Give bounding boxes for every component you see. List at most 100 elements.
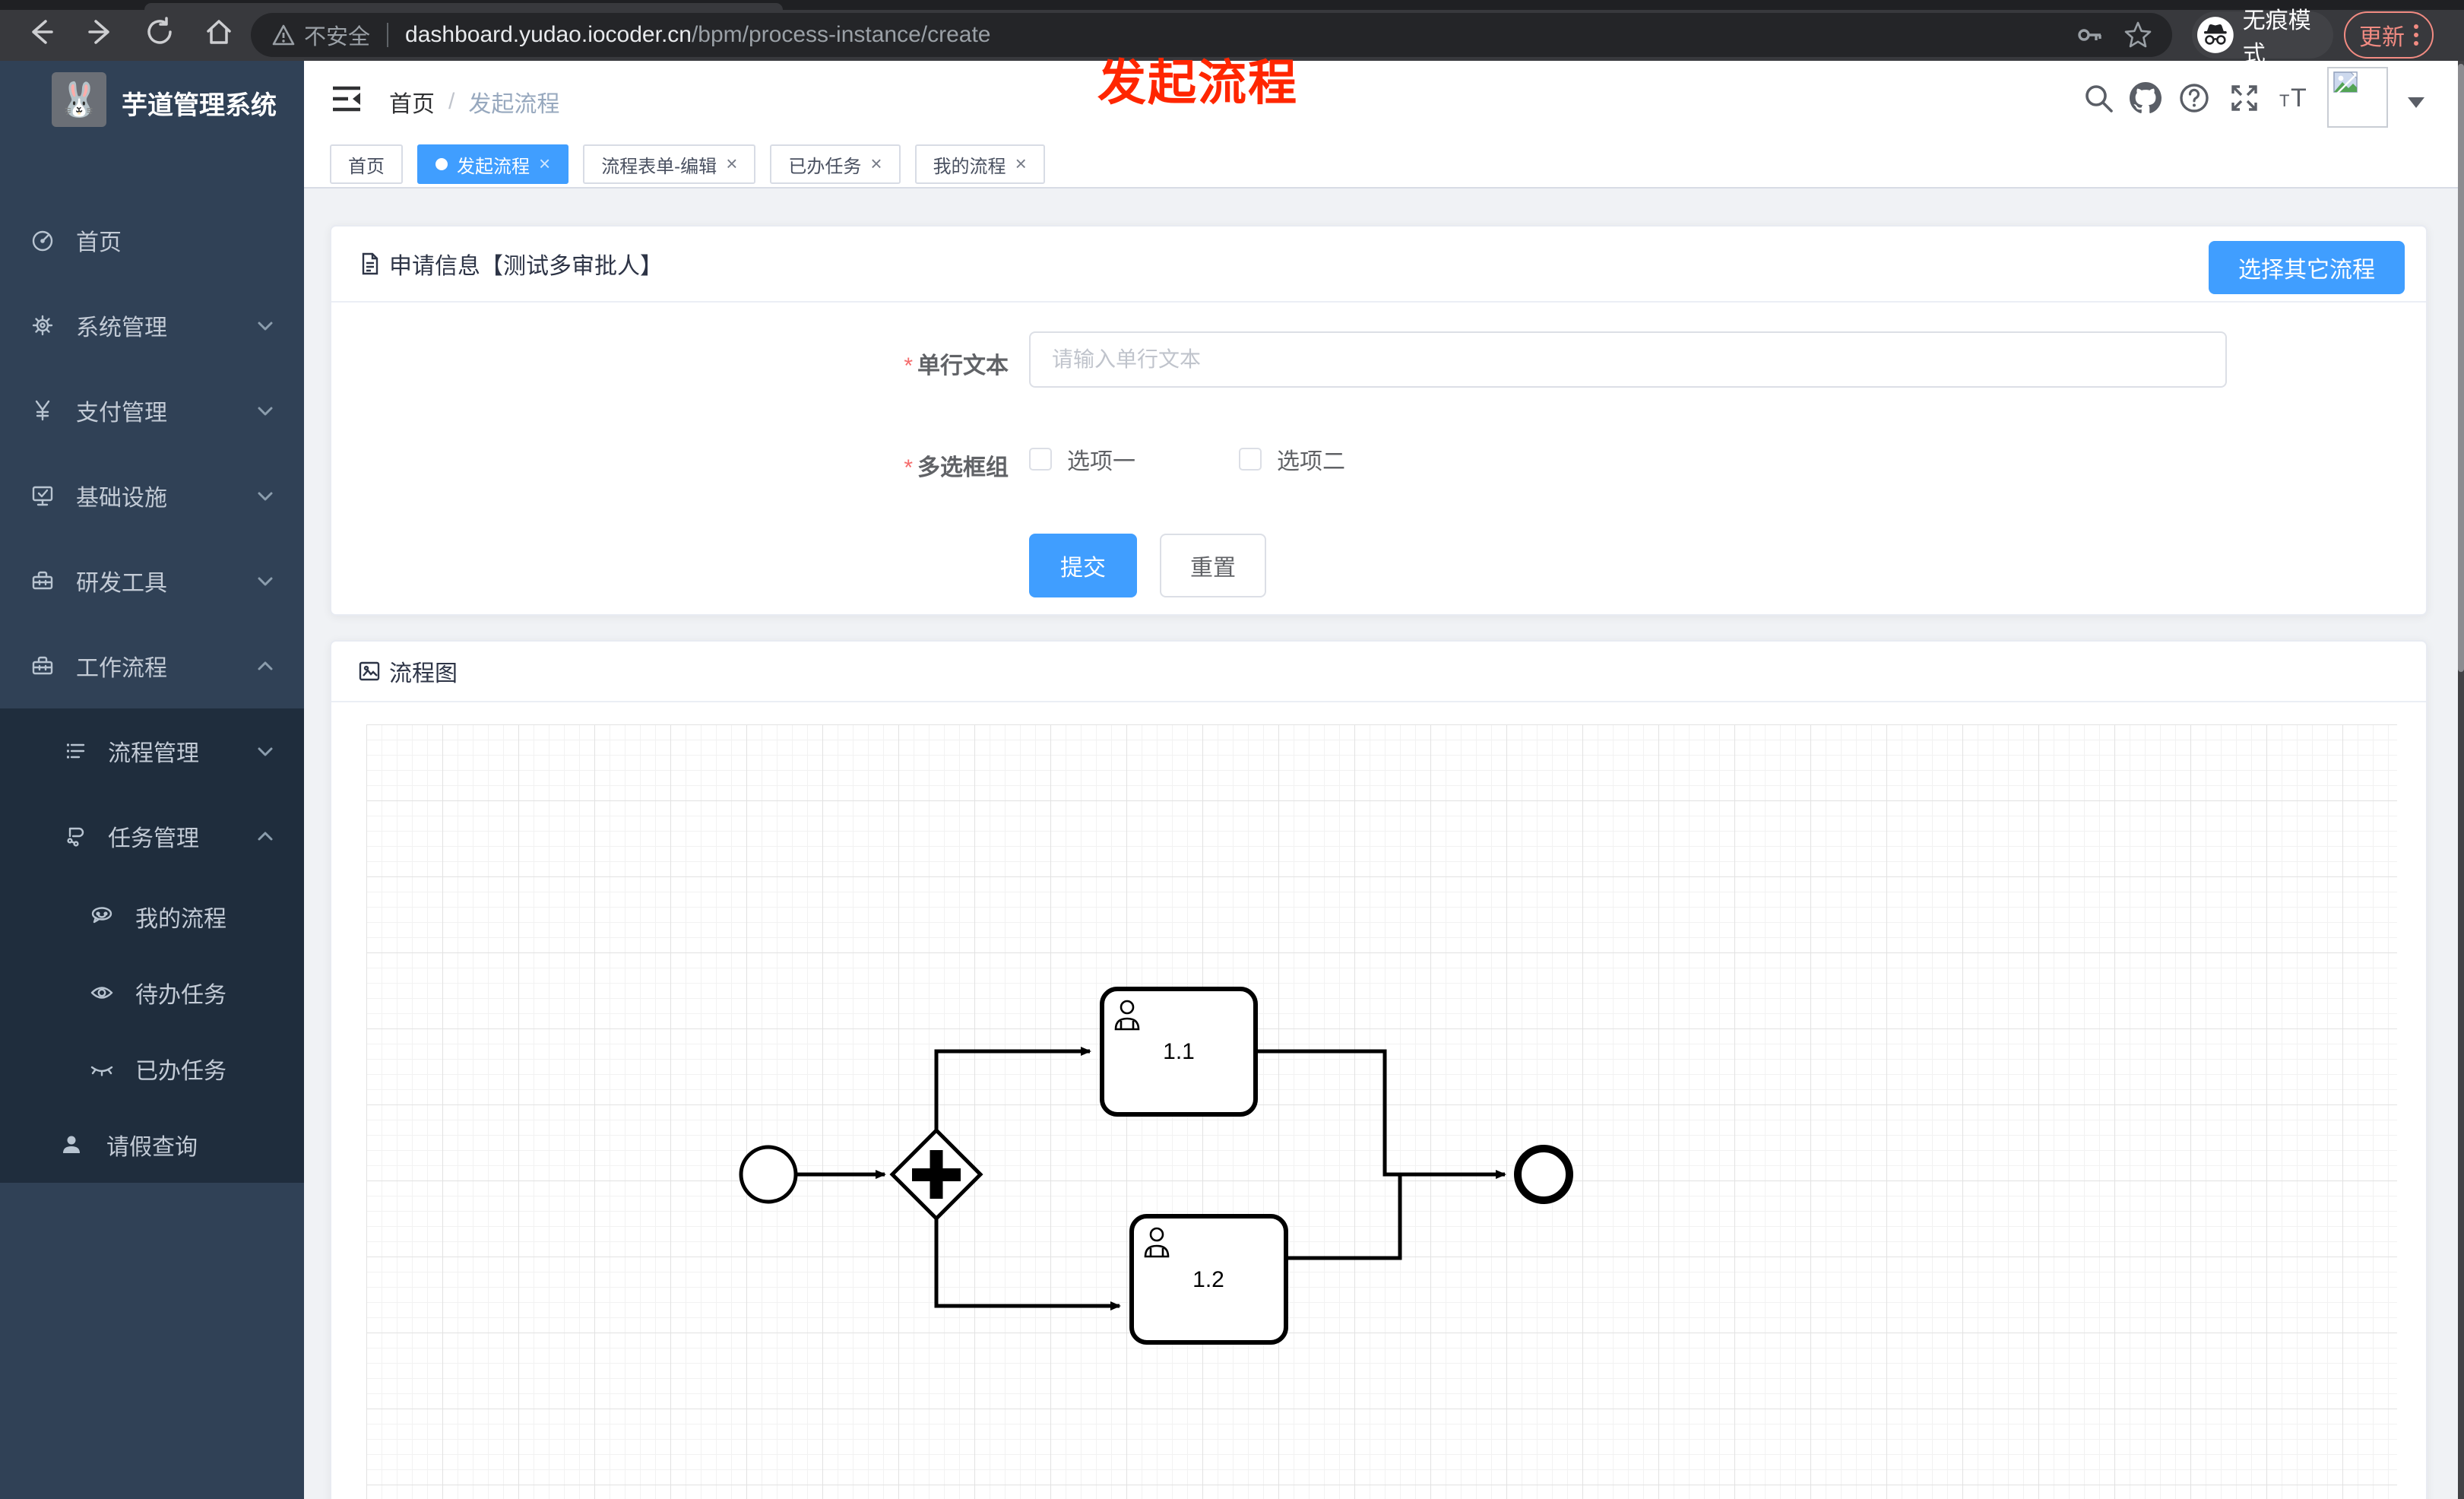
sidebar-logo-row[interactable]: 🐰 芋道管理系统	[0, 61, 304, 137]
single-line-input[interactable]	[1029, 331, 2227, 388]
tab-home[interactable]: 首页	[330, 144, 403, 184]
apply-info-card: 申请信息【测试多审批人】 选择其它流程 单行文本 多选框组 选项一 选项二 提交…	[330, 225, 2428, 616]
reload-icon[interactable]	[143, 15, 176, 49]
sidebar-item-system[interactable]: 系统管理	[0, 283, 304, 368]
svg-text:T: T	[2291, 84, 2307, 113]
diagram-card-title: 流程图	[389, 661, 458, 686]
required-asterisk	[904, 353, 917, 379]
close-icon[interactable]	[1015, 154, 1027, 176]
help-icon[interactable]	[2178, 82, 2210, 114]
chevron-up-icon	[255, 656, 275, 676]
apply-card-header: 申请信息【测试多审批人】	[331, 227, 2426, 303]
back-icon[interactable]	[24, 15, 58, 49]
browser-menu-icon[interactable]	[2414, 24, 2418, 46]
omnibox-divider	[387, 23, 389, 47]
person-icon	[59, 1133, 84, 1157]
sidebar-item-task-mgmt[interactable]: 任务管理	[0, 794, 304, 879]
document-icon	[362, 252, 378, 275]
main-content: 申请信息【测试多审批人】 选择其它流程 单行文本 多选框组 选项一 选项二 提交…	[304, 189, 2464, 1499]
sidebar-item-payment[interactable]: 支付管理	[0, 368, 304, 453]
close-icon[interactable]	[539, 154, 550, 176]
bpmn-start-event[interactable]	[739, 1145, 798, 1204]
incognito-badge: 无痕模式	[2192, 8, 2333, 67]
single-line-label: 单行文本	[849, 347, 1009, 380]
sidebar-fold-icon[interactable]	[330, 82, 363, 116]
diagram-card-header: 流程图	[331, 642, 2426, 702]
sidebar-item-todo-tasks[interactable]: 待办任务	[0, 955, 304, 1031]
picture-icon	[359, 661, 380, 681]
avatar[interactable]	[2327, 67, 2388, 128]
page-scrollbar[interactable]	[2458, 61, 2464, 1499]
app-title: 芋道管理系统	[122, 91, 277, 120]
bpmn-end-event[interactable]	[1514, 1145, 1573, 1204]
chevron-down-icon	[255, 741, 275, 761]
submit-button[interactable]: 提交	[1029, 534, 1137, 597]
chevron-down-icon	[255, 486, 275, 505]
incognito-icon	[2197, 17, 2234, 53]
chevron-up-icon	[255, 826, 275, 846]
avatar-caret-icon[interactable]	[2408, 97, 2424, 108]
sidebar-item-done-tasks[interactable]: 已办任务	[0, 1031, 304, 1107]
checkbox-option-1[interactable]	[1029, 448, 1052, 471]
checkbox-option-1-label[interactable]: 选项一	[1067, 442, 1135, 476]
yen-icon	[30, 398, 55, 423]
flow-task2-join	[1286, 1174, 1402, 1260]
checkbox-option-2[interactable]	[1239, 448, 1262, 471]
bpmn-parallel-gateway[interactable]	[889, 1127, 983, 1222]
close-icon[interactable]	[870, 154, 882, 176]
warning-icon	[272, 24, 295, 46]
breadcrumb-current: 发起流程	[468, 92, 560, 117]
process-list-icon	[64, 739, 88, 763]
update-label[interactable]: 更新	[2359, 18, 2405, 52]
fullscreen-icon[interactable]	[2228, 82, 2260, 114]
update-button[interactable]: 更新	[2344, 11, 2434, 59]
breadcrumb: 首页 / 发起流程	[389, 85, 559, 119]
sidebar-item-process-mgmt[interactable]: 流程管理	[0, 708, 304, 794]
choose-other-process-button[interactable]: 选择其它流程	[2209, 241, 2405, 294]
gear-icon	[30, 313, 55, 338]
my-process-icon	[90, 905, 114, 929]
task-share-icon	[64, 824, 88, 848]
browser-active-tab[interactable]	[144, 3, 783, 10]
active-dot-icon	[435, 158, 448, 170]
sidebar-item-workflow[interactable]: 工作流程	[0, 623, 304, 708]
app-header: 首页 / 发起流程 TT	[304, 61, 2464, 137]
flow-task1-end	[1256, 1049, 1506, 1179]
tab-start-process[interactable]: 发起流程	[417, 144, 569, 184]
bpmn-user-task-2[interactable]: 1.2	[1129, 1214, 1288, 1345]
tab-my-process[interactable]: 我的流程	[914, 144, 1045, 184]
search-icon[interactable]	[2082, 82, 2114, 114]
infra-icon	[30, 483, 55, 508]
security-label[interactable]: 不安全	[304, 19, 370, 51]
scrollbar-thumb[interactable]	[2458, 64, 2464, 672]
close-icon[interactable]	[726, 154, 737, 176]
logo-avatar: 🐰	[52, 72, 106, 127]
forward-icon[interactable]	[84, 15, 117, 49]
required-asterisk	[904, 455, 917, 480]
eye-open-icon	[90, 981, 114, 1005]
breadcrumb-home[interactable]: 首页	[389, 85, 435, 119]
tags-view-bar: 首页 发起流程 流程表单-编辑 已办任务 我的流程	[304, 137, 2464, 189]
tab-done-tasks[interactable]: 已办任务	[770, 144, 901, 184]
tab-form-edit[interactable]: 流程表单-编辑	[583, 144, 756, 184]
bpmn-canvas[interactable]: 1.1 1.2	[366, 724, 2397, 1499]
sidebar-item-leave-query[interactable]: 请假查询	[0, 1107, 304, 1183]
sidebar-item-my-process[interactable]: 我的流程	[0, 879, 304, 955]
font-size-icon[interactable]: TT	[2279, 82, 2310, 114]
url-path: /bpm/process-instance/create	[691, 22, 991, 47]
password-key-icon[interactable]	[2075, 21, 2104, 49]
bpmn-user-task-1[interactable]: 1.1	[1100, 987, 1258, 1117]
reset-button[interactable]: 重置	[1160, 534, 1266, 597]
toolbox-icon	[30, 569, 55, 593]
sidebar-item-infra[interactable]: 基础设施	[0, 453, 304, 538]
bookmark-star-icon[interactable]	[2124, 21, 2152, 49]
apply-card-title: 申请信息【测试多审批人】	[389, 254, 663, 279]
github-icon[interactable]	[2130, 82, 2162, 114]
annotation-text: 发起流程	[1097, 55, 1298, 110]
sidebar-item-home[interactable]: 首页	[0, 198, 304, 283]
checkbox-option-2-label[interactable]: 选项二	[1277, 442, 1345, 476]
home-icon[interactable]	[202, 15, 236, 49]
sidebar-item-devtools[interactable]: 研发工具	[0, 538, 304, 623]
svg-text:1.2: 1.2	[1192, 1267, 1224, 1292]
checkbox-group-label: 多选框组	[849, 448, 1009, 482]
